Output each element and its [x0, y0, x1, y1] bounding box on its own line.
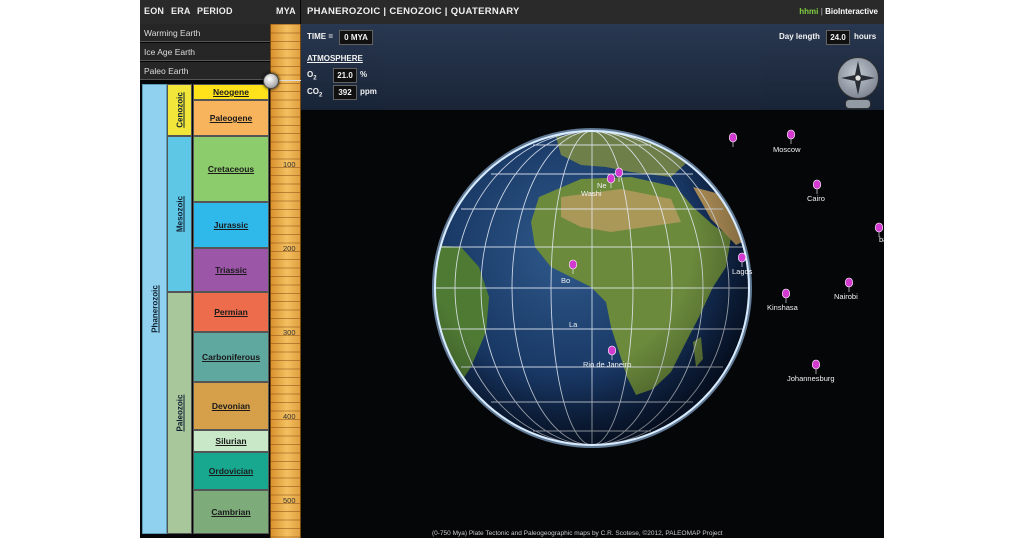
period-paleogene[interactable]: Paleogene	[193, 100, 269, 136]
pin-icon	[786, 129, 796, 144]
era-label: Paleozoic	[175, 394, 184, 432]
period-jurassic[interactable]: Jurassic	[193, 202, 269, 248]
city-label-rio-de-janeiro[interactable]: Rio de Janeiro	[583, 360, 631, 369]
ruler-gridlines	[271, 24, 300, 538]
earth-globe[interactable]: Moscow Cairo Lagos Nairobi Kinshasa Joha…	[431, 127, 884, 449]
mya-ruler[interactable]: 100 200 300 400 500	[270, 24, 301, 538]
mya-column-header: MYA	[276, 6, 296, 16]
pin-icon	[606, 173, 616, 188]
title-bar: PHANEROZOIC | CENOZOIC | QUATERNARY hhmi…	[301, 0, 884, 24]
pin-icon	[614, 167, 624, 182]
day-length-value: 24.0	[826, 30, 850, 45]
co2-label: CO2	[307, 87, 323, 99]
mya-tick: 300	[283, 328, 296, 337]
pin-icon	[607, 345, 617, 360]
mya-tick: 200	[283, 244, 296, 253]
day-length-unit: hours	[854, 32, 877, 41]
co2-value: 392	[333, 85, 357, 100]
city-label-johannesburg[interactable]: Johannesburg	[787, 374, 835, 383]
pin-icon	[844, 277, 854, 292]
period-permian[interactable]: Permian	[193, 292, 269, 332]
o2-label: O2	[307, 70, 317, 82]
co2-unit: ppm	[360, 87, 377, 96]
eon-phanerozoic[interactable]: Phanerozoic	[142, 84, 167, 534]
day-length-label: Day length	[779, 32, 820, 41]
brand-hhmi: hhmi	[799, 7, 819, 16]
period-column-header[interactable]: PERIOD	[197, 6, 233, 16]
era-paleozoic[interactable]: Paleozoic	[167, 292, 192, 534]
pin-icon	[781, 288, 791, 303]
mya-tick: 500	[283, 496, 296, 505]
timeline-header: EON ERA PERIOD MYA	[140, 0, 300, 25]
o2-value: 21.0	[333, 68, 357, 83]
city-label-bo[interactable]: Bo	[561, 276, 570, 285]
city-label-la[interactable]: La	[569, 320, 577, 329]
mya-tick: 400	[283, 412, 296, 421]
pin-icon	[728, 132, 738, 147]
time-label: TIME =	[307, 32, 334, 41]
pin-icon	[811, 359, 821, 374]
period-ordovician[interactable]: Ordovician	[193, 452, 269, 490]
city-label-washington[interactable]: Washi	[581, 189, 602, 198]
brand-name: BioInteractive	[825, 7, 878, 16]
eon-column-header[interactable]: EON	[144, 6, 164, 16]
atmosphere-heading: ATMOSPHERE	[307, 54, 363, 63]
era-column-header[interactable]: ERA	[171, 6, 191, 16]
compass-navigator[interactable]	[837, 57, 879, 99]
menu-warming-earth[interactable]: Warming Earth	[140, 24, 270, 42]
city-label-lagos[interactable]: Lagos	[732, 267, 752, 276]
page-title: PHANEROZOIC | CENOZOIC | QUATERNARY	[307, 6, 520, 17]
zoom-buttons[interactable]	[845, 99, 871, 109]
info-panel: TIME = 0 MYA Day length 24.0 hours ATMOS…	[301, 24, 884, 110]
menu-paleo-earth[interactable]: Paleo Earth	[140, 62, 270, 80]
pin-icon	[737, 252, 747, 267]
period-carboniferous[interactable]: Carboniferous	[193, 332, 269, 382]
app-window: EON ERA PERIOD MYA Warming Earth Ice Age…	[140, 0, 884, 538]
eon-label: Phanerozoic	[150, 285, 159, 333]
period-silurian[interactable]: Silurian	[193, 430, 269, 452]
pin-icon	[568, 259, 578, 274]
city-label-moscow[interactable]: Moscow	[773, 145, 801, 154]
compass-rose-icon	[841, 61, 875, 95]
city-pins	[568, 129, 884, 374]
era-label: Cenozoic	[175, 92, 184, 128]
period-triassic[interactable]: Triassic	[193, 248, 269, 292]
o2-unit: %	[360, 70, 368, 79]
city-label-new-york[interactable]: Ne	[597, 181, 607, 190]
period-cretaceous[interactable]: Cretaceous	[193, 136, 269, 202]
era-label: Mesozoic	[175, 195, 184, 233]
city-label-kinshasa[interactable]: Kinshasa	[767, 303, 798, 312]
period-cambrian[interactable]: Cambrian	[193, 490, 269, 534]
period-devonian[interactable]: Devonian	[193, 382, 269, 430]
pin-icon	[812, 179, 822, 194]
period-neogene[interactable]: Neogene	[193, 84, 269, 100]
brand-logo[interactable]: hhmi | BioInteractive	[799, 7, 878, 16]
city-label-cairo[interactable]: Cairo	[807, 194, 825, 203]
era-cenozoic[interactable]: Cenozoic	[167, 84, 192, 136]
time-slider-track	[277, 80, 301, 81]
time-slider-handle[interactable]	[263, 73, 279, 89]
city-label-dubai[interactable]: bai	[879, 235, 884, 244]
era-mesozoic[interactable]: Mesozoic	[167, 136, 192, 292]
mya-tick: 100	[283, 160, 296, 169]
menu-ice-age-earth[interactable]: Ice Age Earth	[140, 43, 270, 61]
time-value: 0 MYA	[339, 30, 373, 45]
attribution-footer: (0-750 Mya) Plate Tectonic and Paleogeog…	[432, 530, 723, 537]
city-label-nairobi[interactable]: Nairobi	[834, 292, 858, 301]
